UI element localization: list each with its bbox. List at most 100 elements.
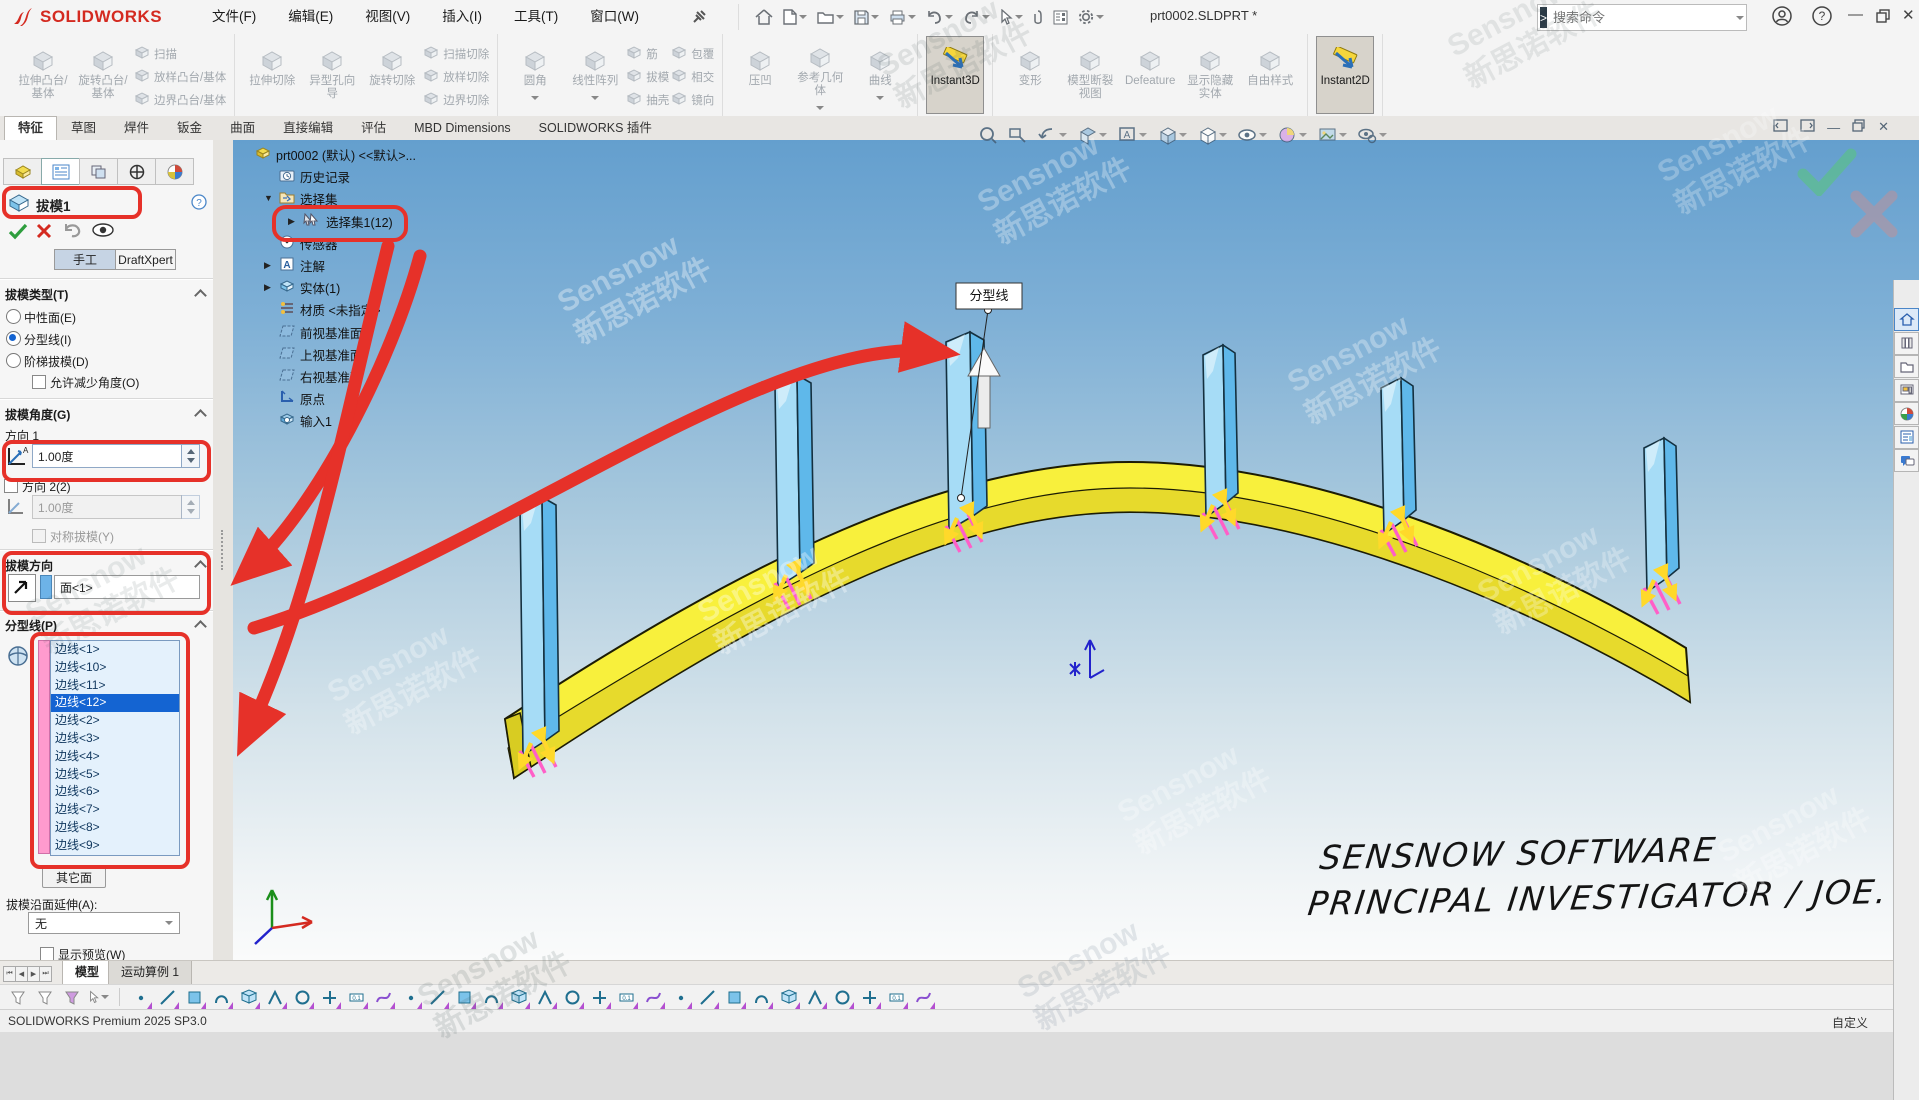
- new-document-button[interactable]: [781, 7, 809, 27]
- animation-nav-button-3[interactable]: ⏭: [39, 966, 52, 982]
- ribbon-button-边界凸台/基体[interactable]: 边界凸台/基体: [134, 88, 226, 111]
- apply-scene-icon[interactable]: [1318, 126, 1347, 145]
- tab-SOLIDWORKS 插件[interactable]: SOLIDWORKS 插件: [525, 116, 666, 140]
- collapse-chevron[interactable]: [194, 409, 207, 422]
- sketch-filter-icon-3[interactable]: [62, 987, 82, 1007]
- radio-parting-line[interactable]: [6, 331, 21, 346]
- tab-特征[interactable]: 特征: [4, 116, 57, 140]
- ribbon-button-抽壳[interactable]: 抽壳: [626, 88, 669, 111]
- show-preview-checkbox[interactable]: [40, 947, 54, 961]
- cancel-button[interactable]: [36, 223, 52, 242]
- ribbon-button-拔模[interactable]: 拔模: [626, 65, 669, 88]
- toolbar-tool-icon-19[interactable]: [643, 987, 663, 1007]
- tree-item-12[interactable]: 输入1: [264, 410, 332, 430]
- tab-评估[interactable]: 评估: [347, 116, 400, 140]
- ribbon-button-边界切除[interactable]: 边界切除: [423, 88, 489, 111]
- tree-item-11[interactable]: 原点: [264, 388, 325, 408]
- menu-item-4[interactable]: 工具(T): [498, 0, 574, 34]
- toolbar-tool-icon-18[interactable]: 0.1: [616, 987, 636, 1007]
- ribbon-button-曲线[interactable]: 曲线: [851, 36, 909, 114]
- ribbon-button-放样切除[interactable]: 放样切除: [423, 65, 489, 88]
- menu-item-1[interactable]: 编辑(E): [272, 0, 349, 34]
- panel-tab-appearances[interactable]: [155, 158, 194, 185]
- taskpane-home-icon[interactable]: [1894, 308, 1919, 331]
- taskpane-custom-properties-icon[interactable]: [1894, 426, 1919, 449]
- show-preview-eye-icon[interactable]: [92, 223, 114, 240]
- account-icon[interactable]: [1772, 6, 1793, 30]
- panel-tab-propertymanager[interactable]: [41, 158, 80, 185]
- tree-item-8[interactable]: 前视基准面: [264, 322, 363, 342]
- ribbon-button-扫描切除[interactable]: 扫描切除: [423, 42, 489, 65]
- menu-item-3[interactable]: 插入(I): [426, 0, 498, 34]
- model-fin-0[interactable]: [520, 497, 559, 777]
- toolbar-tool-icon-29[interactable]: [913, 987, 933, 1007]
- print-button[interactable]: [887, 8, 918, 27]
- toolbar-tool-icon-1[interactable]: [157, 987, 177, 1007]
- tab-曲面[interactable]: 曲面: [216, 116, 269, 140]
- toolbar-tool-icon-5[interactable]: [265, 987, 285, 1007]
- save-button[interactable]: [852, 8, 881, 27]
- edit-appearance-icon[interactable]: [1278, 126, 1307, 145]
- toolbar-tool-icon-25[interactable]: [805, 987, 825, 1007]
- allow-reduced-angle-checkbox[interactable]: [32, 375, 46, 389]
- tab-焊件[interactable]: 焊件: [110, 116, 163, 140]
- search-box[interactable]: >: [1537, 4, 1747, 31]
- other-face-button[interactable]: 其它面: [42, 866, 106, 888]
- model-tab-模型[interactable]: 模型: [62, 961, 112, 985]
- ribbon-button-显示隐藏实体[interactable]: 显示隐藏实体: [1181, 36, 1239, 114]
- radio-neutral-plane[interactable]: [6, 309, 21, 324]
- toolbar-tool-icon-4[interactable]: [238, 987, 258, 1007]
- minimize-button[interactable]: —: [1848, 6, 1863, 23]
- tree-item-0[interactable]: prt0002 (默认) <<默认>...: [240, 144, 416, 164]
- redo-button[interactable]: [961, 8, 992, 26]
- viewport-restore-icon[interactable]: [1852, 119, 1866, 135]
- toolbar-tool-icon-0[interactable]: [130, 987, 150, 1007]
- tree-item-7[interactable]: 材质 <未指定>: [264, 299, 381, 319]
- taskpane-forum-icon[interactable]: [1894, 449, 1919, 472]
- zoom-fit-icon[interactable]: [978, 126, 997, 145]
- ribbon-button-压凹[interactable]: 压凹: [731, 36, 789, 114]
- ribbon-button-旋转凸台/基体[interactable]: 旋转凸台/基体: [74, 36, 132, 114]
- section-view-icon[interactable]: [1078, 126, 1107, 145]
- undo-icon[interactable]: [62, 222, 82, 242]
- pane-left-icon[interactable]: [1773, 119, 1788, 135]
- select-button[interactable]: [998, 7, 1025, 27]
- ribbon-button-包覆[interactable]: 包覆: [671, 42, 714, 65]
- tree-item-6[interactable]: ▶实体(1): [264, 277, 340, 297]
- toolbar-tool-icon-20[interactable]: [670, 987, 690, 1007]
- toolbar-tool-icon-2[interactable]: [184, 987, 204, 1007]
- tree-item-1[interactable]: 历史记录: [264, 166, 350, 186]
- model-tab-运动算例 1[interactable]: 运动算例 1: [108, 961, 192, 985]
- toolbar-tool-icon-9[interactable]: [373, 987, 393, 1007]
- ribbon-button-自由样式[interactable]: 自由样式: [1241, 36, 1299, 114]
- ok-button[interactable]: [8, 222, 28, 243]
- toolbar-tool-icon-28[interactable]: 0.1: [886, 987, 906, 1007]
- tab-钣金[interactable]: 钣金: [163, 116, 216, 140]
- model-fin-5[interactable]: [1644, 438, 1680, 614]
- ribbon-button-异型孔向导[interactable]: 异型孔向导: [303, 36, 361, 114]
- tree-expander[interactable]: ▶: [264, 260, 274, 271]
- taskpane-view-palette-icon[interactable]: [1894, 379, 1919, 402]
- toolbar-tool-icon-17[interactable]: [589, 987, 609, 1007]
- sketch-filter-icon-1[interactable]: [8, 987, 28, 1007]
- radio-parting-line-label[interactable]: 分型线(I): [24, 331, 71, 348]
- tree-expander[interactable]: ▼: [264, 193, 274, 203]
- tree-item-10[interactable]: 右视基准面: [264, 366, 363, 386]
- toolbar-tool-icon-27[interactable]: [859, 987, 879, 1007]
- collapse-chevron[interactable]: [194, 289, 207, 302]
- search-input[interactable]: [1551, 9, 1731, 26]
- pin-icon[interactable]: [690, 8, 710, 28]
- toolbar-tool-icon-3[interactable]: [211, 987, 231, 1007]
- ribbon-button-变形[interactable]: 变形: [1001, 36, 1059, 114]
- ribbon-button-相交[interactable]: 相交: [671, 65, 714, 88]
- ribbon-button-参考几何体[interactable]: 参考几何体: [791, 36, 849, 114]
- toolbar-tool-icon-14[interactable]: [508, 987, 528, 1007]
- undo-button[interactable]: [924, 8, 955, 26]
- radio-neutral-plane-label[interactable]: 中性面(E): [24, 309, 76, 326]
- menu-item-5[interactable]: 窗口(W): [574, 0, 655, 34]
- viewport-close-icon[interactable]: ✕: [1878, 119, 1889, 135]
- toolbar-tool-icon-16[interactable]: [562, 987, 582, 1007]
- toolbar-tool-icon-26[interactable]: [832, 987, 852, 1007]
- ribbon-button-Instant3D[interactable]: Instant3D: [926, 36, 984, 114]
- tree-item-9[interactable]: 上视基准面: [264, 344, 363, 364]
